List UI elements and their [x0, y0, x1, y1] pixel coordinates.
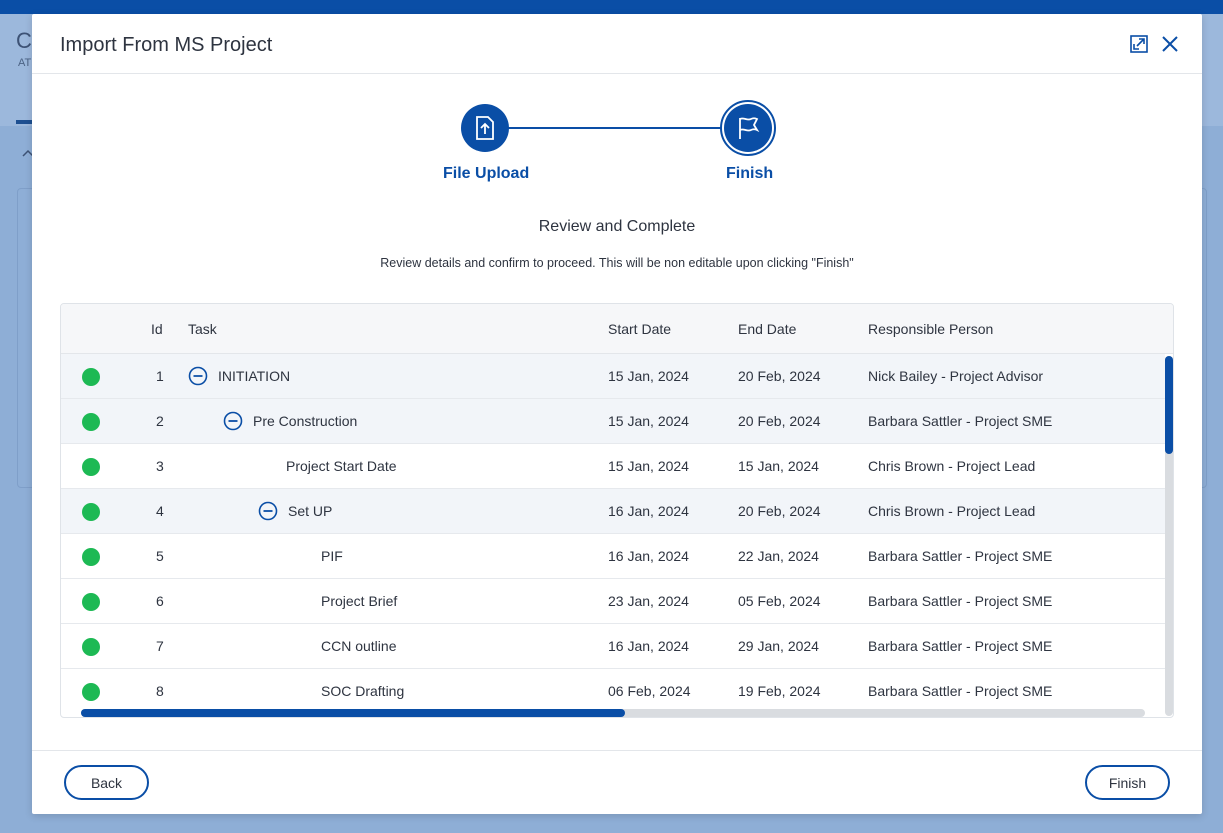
cell-start-date: 16 Jan, 2024: [608, 503, 689, 519]
cell-responsible-person: Barbara Sattler - Project SME: [868, 413, 1053, 429]
table-row[interactable]: 8 SOC Drafting 06 Feb, 2024 19 Feb, 2024…: [61, 669, 1165, 714]
cell-end-date: 20 Feb, 2024: [738, 413, 821, 429]
cell-responsible-person: Barbara Sattler - Project SME: [868, 683, 1053, 699]
cell-start-date: 15 Jan, 2024: [608, 458, 689, 474]
table-row[interactable]: 3 Project Start Date 15 Jan, 2024 15 Jan…: [61, 444, 1165, 489]
cell-end-date: 22 Jan, 2024: [738, 548, 819, 564]
cell-end-date: 20 Feb, 2024: [738, 503, 821, 519]
column-header-start-date: Start Date: [608, 321, 672, 337]
cell-id: 7: [156, 638, 164, 654]
cell-responsible-person: Barbara Sattler - Project SME: [868, 593, 1053, 609]
cell-task: Pre Construction: [253, 413, 358, 429]
status-indicator: [82, 503, 100, 521]
cell-id: 4: [156, 503, 164, 519]
cell-start-date: 06 Feb, 2024: [608, 683, 691, 699]
cell-task: PIF: [321, 548, 343, 564]
flag-icon: [739, 117, 760, 139]
close-icon[interactable]: [1157, 31, 1183, 57]
column-header-task: Task: [188, 321, 217, 337]
cell-id: 3: [156, 458, 164, 474]
table-row[interactable]: 6 Project Brief 23 Jan, 2024 05 Feb, 202…: [61, 579, 1165, 624]
status-indicator: [82, 638, 100, 656]
cell-start-date: 16 Jan, 2024: [608, 548, 689, 564]
import-modal: Import From MS Project File Upload Finis…: [32, 14, 1202, 814]
collapse-icon[interactable]: [188, 366, 208, 386]
column-header-id: Id: [151, 321, 163, 337]
cell-task: CCN outline: [321, 638, 397, 654]
table-row[interactable]: 1 INITIATION 15 Jan, 2024 20 Feb, 2024 N…: [61, 354, 1165, 399]
review-subtitle: Review details and confirm to proceed. T…: [380, 256, 854, 270]
cell-start-date: 23 Jan, 2024: [608, 593, 689, 609]
stepper-connector: [507, 127, 725, 129]
tasks-table: Id Task Start Date End Date Responsible …: [60, 303, 1174, 718]
cell-start-date: 16 Jan, 2024: [608, 638, 689, 654]
cell-task: INITIATION: [218, 368, 291, 384]
modal-footer: Back Finish: [32, 750, 1202, 814]
status-indicator: [82, 548, 100, 566]
step-label-file-upload: File Upload: [443, 165, 530, 182]
file-upload-icon: [476, 116, 494, 140]
status-indicator: [82, 593, 100, 611]
status-indicator: [82, 458, 100, 476]
app-page-subtitle: AT: [18, 57, 32, 69]
cell-end-date: 05 Feb, 2024: [738, 593, 821, 609]
cell-id: 8: [156, 683, 164, 699]
expand-icon[interactable]: [1126, 31, 1152, 57]
cell-responsible-person: Barbara Sattler - Project SME: [868, 548, 1053, 564]
collapse-icon[interactable]: [258, 501, 278, 521]
vertical-scrollbar-thumb[interactable]: [1165, 356, 1173, 454]
review-title: Review and Complete: [538, 218, 696, 235]
cell-responsible-person: Chris Brown - Project Lead: [868, 503, 1036, 519]
cell-task: Project Start Date: [286, 458, 397, 474]
status-indicator: [82, 683, 100, 701]
modal-title: Import From MS Project: [60, 34, 273, 56]
cell-start-date: 15 Jan, 2024: [608, 368, 689, 384]
cell-end-date: 29 Jan, 2024: [738, 638, 819, 654]
cell-end-date: 19 Feb, 2024: [738, 683, 821, 699]
cell-responsible-person: Chris Brown - Project Lead: [868, 458, 1036, 474]
step-file-upload: [461, 104, 509, 152]
cell-responsible-person: Nick Bailey - Project Advisor: [868, 368, 1044, 384]
column-header-end-date: End Date: [738, 321, 797, 337]
cell-id: 6: [156, 593, 164, 609]
collapse-icon[interactable]: [223, 411, 243, 431]
step-finish: [724, 104, 772, 152]
table-row[interactable]: 2 Pre Construction 15 Jan, 2024 20 Feb, …: [61, 399, 1165, 444]
app-top-bar: [0, 0, 1223, 14]
column-header-responsible-person: Responsible Person: [868, 321, 994, 337]
status-indicator: [82, 368, 100, 386]
cell-end-date: 15 Jan, 2024: [738, 458, 819, 474]
table-row[interactable]: 4 Set UP 16 Jan, 2024 20 Feb, 2024 Chris…: [61, 489, 1165, 534]
status-indicator: [82, 413, 100, 431]
cell-start-date: 15 Jan, 2024: [608, 413, 689, 429]
cell-task: SOC Drafting: [321, 683, 405, 699]
app-page-title: C: [16, 28, 32, 53]
back-button[interactable]: Back: [64, 765, 149, 800]
table-header: Id Task Start Date End Date Responsible …: [61, 304, 1173, 354]
table-row[interactable]: 5 PIF 16 Jan, 2024 22 Jan, 2024 Barbara …: [61, 534, 1165, 579]
cell-end-date: 20 Feb, 2024: [738, 368, 821, 384]
table-row[interactable]: 7 CCN outline 16 Jan, 2024 29 Jan, 2024 …: [61, 624, 1165, 669]
step-label-finish: Finish: [726, 165, 774, 182]
cell-responsible-person: Barbara Sattler - Project SME: [868, 638, 1053, 654]
cell-task: Project Brief: [321, 593, 398, 609]
cell-id: 2: [156, 413, 164, 429]
horizontal-scrollbar-thumb[interactable]: [81, 709, 625, 717]
finish-button[interactable]: Finish: [1085, 765, 1170, 800]
modal-header: Import From MS Project: [32, 14, 1202, 74]
cell-id: 1: [156, 368, 164, 384]
cell-id: 5: [156, 548, 164, 564]
cell-task: Set UP: [288, 503, 333, 519]
